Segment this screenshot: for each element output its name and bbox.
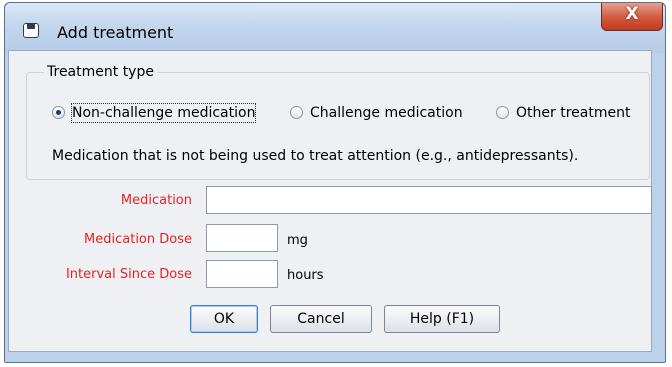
medication-dose-input[interactable] <box>206 224 278 252</box>
radio-unselected-icon <box>290 106 303 119</box>
radio-label: Non-challenge medication <box>70 103 257 123</box>
close-icon: X <box>625 4 639 24</box>
radio-label: Challenge medication <box>310 105 463 121</box>
treatment-type-label: Treatment type <box>44 64 157 80</box>
medication-input[interactable] <box>206 186 652 214</box>
help-button[interactable]: Help (F1) <box>384 305 500 333</box>
dialog-title: Add treatment <box>57 23 174 42</box>
interval-since-dose-input[interactable] <box>206 260 278 288</box>
interval-unit-label: hours <box>287 268 324 283</box>
medication-label: Medication <box>120 193 192 208</box>
medication-dose-label: Medication Dose <box>84 232 192 247</box>
treatment-description: Medication that is not being used to tre… <box>52 148 579 164</box>
ok-button[interactable]: OK <box>190 305 258 333</box>
radio-unselected-icon <box>496 106 509 119</box>
interval-since-dose-label: Interval Since Dose <box>65 267 192 282</box>
dose-unit-label: mg <box>287 233 308 248</box>
app-window-icon <box>23 23 39 38</box>
close-button[interactable]: X <box>601 3 663 31</box>
radio-selected-icon <box>52 106 65 119</box>
cancel-button[interactable]: Cancel <box>270 305 372 333</box>
title-bar[interactable]: Add treatment X <box>5 3 665 53</box>
radio-label: Other treatment <box>516 105 631 121</box>
